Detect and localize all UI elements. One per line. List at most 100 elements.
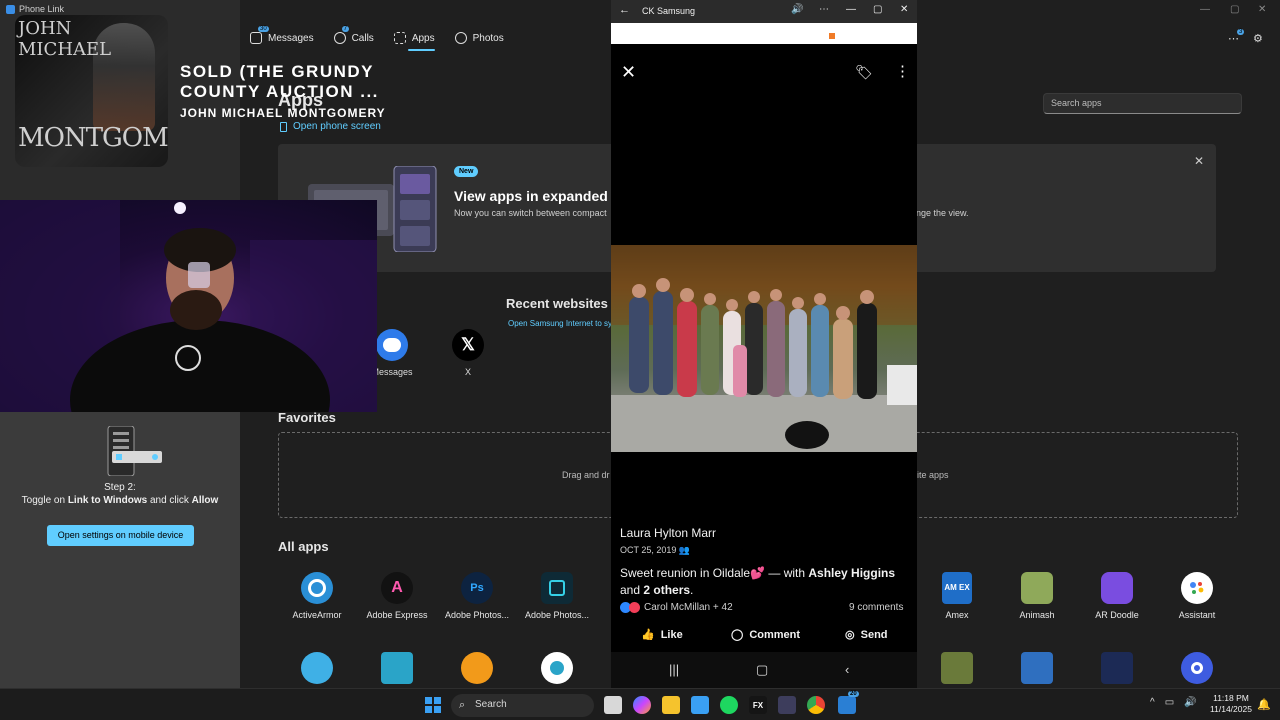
tab-photos[interactable]: Photos (454, 32, 504, 44)
banner-title: View apps in expanded scr (454, 188, 633, 204)
open-settings-button[interactable]: Open settings on mobile device (47, 525, 194, 546)
thumbs-up-icon: 👍 (641, 629, 655, 641)
favorites-hint-end: rite apps (914, 470, 949, 480)
app-amex[interactable]: AM EX Amex (917, 572, 997, 620)
app-adobe-express[interactable]: A Adobe Express (357, 572, 437, 620)
phone-screen-icon (280, 121, 287, 132)
more-options-icon[interactable]: ⋯ 3 (1228, 29, 1245, 45)
notifications-badge: 3 (1237, 29, 1245, 35)
webcam-scene (0, 200, 377, 412)
phone-icon (333, 32, 346, 44)
minimize-icon[interactable]: — (846, 4, 856, 15)
notepad-icon[interactable] (691, 696, 709, 714)
tab-apps[interactable]: Apps (393, 32, 435, 51)
app-row2-1[interactable] (277, 652, 357, 690)
app-adobe-photoshop-camera[interactable]: Adobe Photos... (517, 572, 597, 620)
map-pin-app-icon (381, 652, 413, 684)
phone-link-logo-icon (6, 4, 15, 14)
phone-link-taskbar-icon[interactable]: 20 (838, 691, 859, 714)
banner-close-icon[interactable]: ✕ (1194, 154, 1204, 168)
album-art: JOHN MICHAEL MONTGOMERY (15, 15, 168, 167)
app-row2-5[interactable] (917, 652, 997, 690)
photo-chair (887, 365, 917, 405)
maximize-button[interactable]: ▢ (1230, 4, 1239, 15)
windows-start-icon[interactable] (425, 697, 441, 713)
app-adobe-photoshop-express[interactable]: Ps Adobe Photos... (437, 572, 517, 620)
taskbar-search[interactable]: ⌕ Search (451, 694, 594, 717)
more-options-icon[interactable]: ⋯ (819, 4, 829, 15)
post-photo[interactable] (611, 245, 917, 452)
tagged-person-link[interactable]: Ashley Higgins (808, 566, 895, 580)
step-toggle-icon (116, 454, 122, 460)
post-reactions[interactable]: Carol McMillan + 42 (620, 602, 733, 613)
recents-icon[interactable]: ||| (669, 662, 679, 677)
header-actions: ⋯ 3 ⚙ (1228, 29, 1263, 45)
taskbar-badge: 20 (848, 691, 859, 697)
game-app-icon (941, 652, 973, 684)
search-apps-input[interactable]: Search apps (1043, 93, 1242, 114)
album-art-text-bottom: MONTGOMERY (18, 123, 168, 153)
phone-mirror-window: ← CK Samsung 🔊 ⋯ — ▢ ✕ ✕ 🏷 ⋮ Laura Hylto… (611, 0, 917, 688)
tagged-others-link[interactable]: 2 others (643, 583, 690, 597)
comment-button[interactable]: ◯ Comment (731, 628, 800, 642)
tag-icon[interactable]: 🏷 (855, 64, 873, 81)
android-nav-bar: ||| ▢ ‹ (611, 652, 917, 688)
settings-gear-icon[interactable]: ⚙ (1253, 32, 1263, 45)
all-apps-title: All apps (278, 539, 329, 554)
app-icon[interactable] (778, 696, 796, 714)
like-button[interactable]: 👍 Like (641, 628, 683, 642)
photo-close-icon[interactable]: ✕ (621, 62, 636, 83)
app-row2-8[interactable] (1157, 652, 1237, 690)
notification-bell-icon[interactable]: 🔔 (1257, 698, 1271, 711)
send-button[interactable]: ◎ Send (845, 628, 888, 642)
favorites-hint-start: Drag and dr (562, 470, 610, 480)
minimize-button[interactable]: — (1200, 4, 1210, 15)
app-ar-doodle[interactable]: AR Doodle (1077, 572, 1157, 620)
tab-messages[interactable]: 30 Messages (250, 26, 314, 44)
tray-chevron-icon[interactable]: ^ (1150, 697, 1155, 708)
app-row2-3[interactable] (437, 652, 517, 690)
song-title: SOLD (THE GRUNDY COUNTY AUCTION ... (180, 62, 379, 101)
photo-more-icon[interactable]: ⋮ (895, 62, 910, 80)
hudfx-icon[interactable]: FX (749, 696, 767, 714)
copilot-icon[interactable] (633, 696, 651, 714)
audible-app-icon (461, 652, 493, 684)
assistant-dots-icon (1190, 582, 1204, 594)
clock[interactable]: 11:18 PM 11/14/2025 (1207, 693, 1255, 715)
close-icon[interactable]: ✕ (900, 4, 908, 15)
calls-badge: 7 (341, 26, 349, 32)
app-row2-2[interactable] (357, 652, 437, 690)
maximize-icon[interactable]: ▢ (873, 4, 882, 15)
audio-icon[interactable]: 🔊 (791, 4, 803, 15)
new-badge: New (454, 166, 479, 177)
file-explorer-icon[interactable] (662, 696, 680, 714)
app-activearmor[interactable]: ActiveArmor (277, 572, 357, 620)
app-row2-4[interactable] (517, 652, 597, 690)
network-icon[interactable]: ▭ (1165, 697, 1174, 708)
app-row2-7[interactable] (1077, 652, 1157, 690)
apps-grid-icon (393, 32, 406, 44)
app-assistant[interactable]: Assistant (1157, 572, 1237, 620)
app-animash[interactable]: Animash (997, 572, 1077, 620)
ar-doodle-app-icon (1101, 572, 1133, 604)
close-button[interactable]: ✕ (1258, 4, 1266, 15)
home-icon[interactable]: ▢ (756, 662, 768, 678)
window-title: Phone Link (6, 4, 64, 14)
top-nav: 30 Messages 7 Calls Apps Photos (250, 26, 504, 51)
post-author[interactable]: Laura Hylton Marr (620, 526, 716, 540)
back-arrow-icon[interactable]: ← (619, 4, 630, 16)
ps-camera-frame-shape (549, 580, 565, 596)
webcam-glass (188, 262, 210, 288)
chrome-icon[interactable] (807, 696, 825, 714)
app-row2-6[interactable] (997, 652, 1077, 690)
open-phone-screen-link[interactable]: Open phone screen (280, 121, 381, 132)
volume-icon[interactable]: 🔊 (1184, 697, 1196, 708)
open-samsung-internet-link[interactable]: Open Samsung Internet to sy (508, 319, 612, 328)
recent-app-x[interactable]: 𝕏 X (438, 329, 498, 377)
tab-calls[interactable]: 7 Calls (333, 26, 374, 44)
photoshop-app-icon: Ps (461, 572, 493, 604)
task-view-icon[interactable] (604, 696, 622, 714)
spotify-icon[interactable] (720, 696, 738, 714)
comments-count[interactable]: 9 comments (849, 602, 903, 613)
nav-back-icon[interactable]: ‹ (845, 662, 849, 677)
